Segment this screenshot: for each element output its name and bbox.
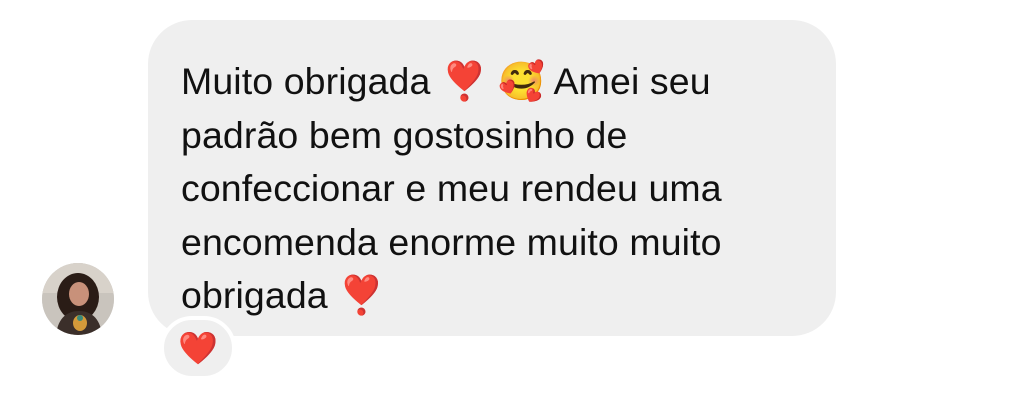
message-bubble[interactable]: Muito obrigada ❣️ 🥰 Amei seu padrão bem … — [148, 20, 836, 336]
heart-reaction-icon: ❤️ — [178, 329, 218, 367]
sender-avatar[interactable] — [42, 263, 114, 335]
avatar-photo — [42, 263, 114, 335]
message-reaction[interactable]: ❤️ — [160, 316, 236, 380]
message-text: Muito obrigada ❣️ 🥰 Amei seu padrão bem … — [181, 60, 722, 316]
